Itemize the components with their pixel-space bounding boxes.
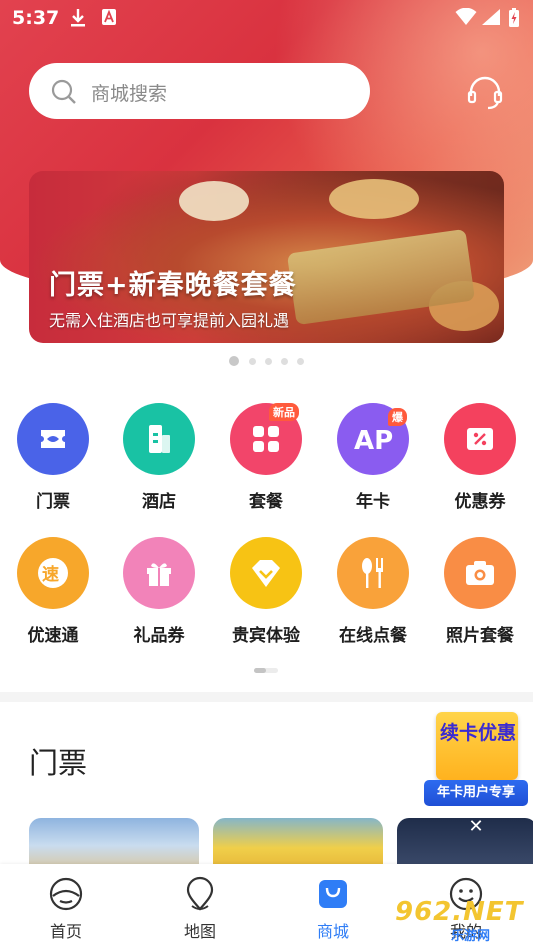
category-label: 门票: [36, 492, 70, 512]
renewal-promo-badge[interactable]: 续卡优惠 年卡用户专享: [424, 706, 530, 806]
coupon-icon: [444, 403, 516, 475]
pagination-dot[interactable]: [281, 358, 288, 365]
tab-home[interactable]: 首页: [21, 864, 111, 949]
watermark-text: 962.NET: [395, 897, 524, 927]
category-label: 在线点餐: [339, 626, 407, 646]
gift-icon: [123, 537, 195, 609]
category-vip[interactable]: 贵宾体验: [221, 537, 311, 657]
promo-banner[interactable]: 门票+新春晚餐套餐 无需入住酒店也可享提前入园礼遇: [29, 171, 504, 343]
site-watermark: 962.NET 乐游网: [395, 895, 529, 945]
status-time: 5:37: [12, 7, 60, 29]
customer-service-button[interactable]: [466, 74, 504, 112]
ticket-thumbnail[interactable]: [29, 818, 199, 868]
section-title: 门票: [29, 746, 88, 780]
category-coupons[interactable]: 优惠券: [435, 403, 525, 523]
a-notification-icon: [101, 8, 117, 30]
category-label: 礼品券: [133, 626, 185, 646]
category-hotel[interactable]: 酒店: [114, 403, 204, 523]
category-annual-pass[interactable]: AP 爆 年卡: [328, 403, 418, 523]
category-pager: [254, 668, 278, 673]
headset-icon: [466, 76, 504, 116]
search-placeholder: 商城搜索: [91, 83, 168, 105]
category-label: 套餐: [249, 492, 283, 512]
category-packages[interactable]: 新品 套餐: [221, 403, 311, 523]
camera-icon: [444, 537, 516, 609]
new-badge: 新品: [269, 403, 299, 421]
category-label: 优速通: [27, 626, 79, 646]
dining-icon: [337, 537, 409, 609]
food-plate-image: [329, 179, 419, 219]
express-icon: 速: [17, 537, 89, 609]
promo-ribbon: 年卡用户专享: [424, 780, 528, 806]
promo-card-text: 续卡优惠: [439, 722, 516, 744]
status-bar: 5:37: [0, 0, 533, 36]
vip-icon: [230, 537, 302, 609]
category-label: 贵宾体验: [232, 626, 300, 646]
hot-badge: 爆: [388, 408, 407, 426]
pagination-dot[interactable]: [249, 358, 256, 365]
category-gift-card[interactable]: 礼品券: [114, 537, 204, 657]
banner-title: 门票+新春晚餐套餐: [49, 270, 297, 301]
wifi-icon: [455, 7, 477, 30]
close-icon[interactable]: ✕: [465, 816, 487, 838]
category-tickets[interactable]: 门票: [8, 403, 98, 523]
category-label: 年卡: [356, 492, 390, 512]
svg-text:AP: AP: [354, 426, 393, 456]
signal-icon: [481, 8, 501, 30]
banner-subtitle: 无需入住酒店也可享提前入园礼遇: [49, 311, 290, 330]
hotel-icon: [123, 403, 195, 475]
battery-charging-icon: [508, 8, 520, 32]
watermark-subtext: 乐游网: [451, 929, 491, 944]
tab-label: 地图: [183, 922, 216, 941]
search-icon: [51, 79, 77, 109]
svg-text:速: 速: [42, 564, 59, 585]
pagination-dot[interactable]: [265, 358, 272, 365]
pagination-dot[interactable]: [297, 358, 304, 365]
tab-label: 首页: [49, 922, 82, 941]
search-input[interactable]: 商城搜索: [29, 63, 370, 119]
category-express[interactable]: 速 优速通: [8, 537, 98, 657]
food-plate-image: [179, 181, 249, 221]
category-photo-package[interactable]: 照片套餐: [435, 537, 525, 657]
section-divider: [0, 692, 533, 702]
download-icon: [70, 8, 86, 32]
ticket-icon: [17, 403, 89, 475]
tab-mall[interactable]: 商城: [288, 864, 378, 949]
pagination-dot[interactable]: [229, 356, 239, 366]
tab-map[interactable]: 地图: [155, 864, 245, 949]
category-dining[interactable]: 在线点餐: [328, 537, 418, 657]
category-label: 酒店: [142, 492, 176, 512]
ticket-thumbnail[interactable]: [213, 818, 383, 868]
category-label: 照片套餐: [446, 626, 514, 646]
tab-label: 商城: [316, 922, 349, 941]
category-label: 优惠券: [454, 492, 506, 512]
